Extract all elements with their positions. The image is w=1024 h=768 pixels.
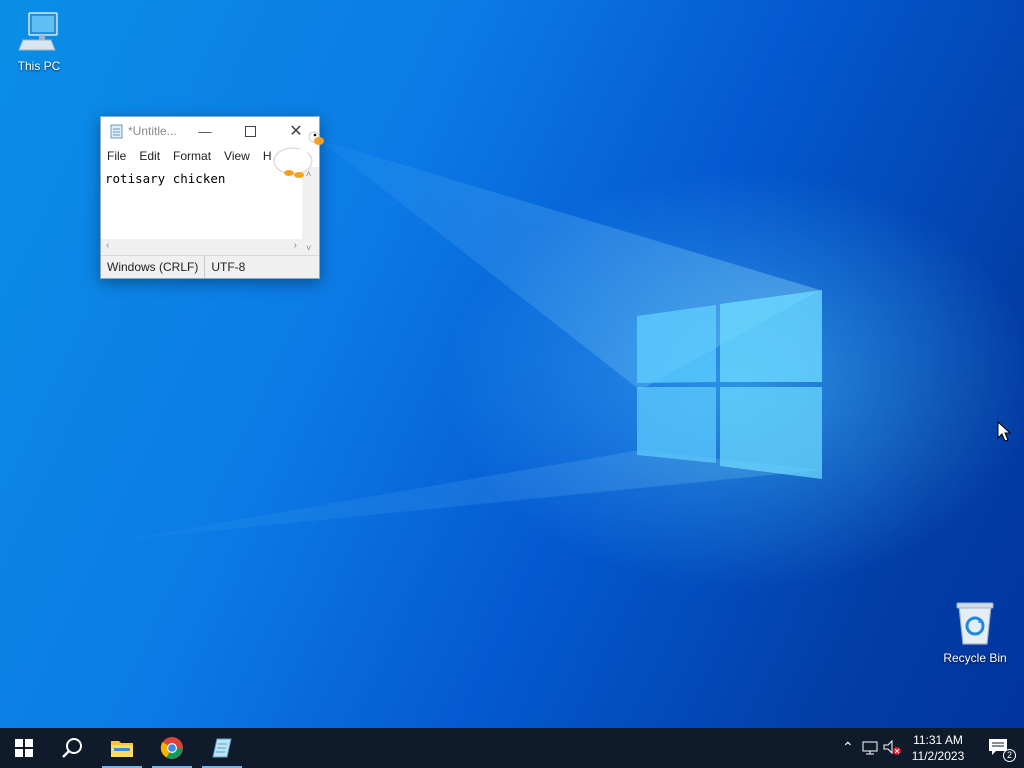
goose-icon xyxy=(273,131,324,178)
start-button[interactable] xyxy=(0,728,48,768)
minimize-button[interactable]: — xyxy=(182,117,228,145)
clock-date: 11/2/2023 xyxy=(911,749,965,763)
desktop-icon-label: Recycle Bin xyxy=(943,651,1007,665)
taskbar: ⌃ 11:31 AM 11/2/2023 2 xyxy=(0,728,1024,768)
notepad-taskbar-button[interactable] xyxy=(198,728,246,768)
this-pc-shortcut[interactable]: This PC xyxy=(4,10,74,73)
horizontal-scrollbar[interactable]: ‹ › xyxy=(101,239,302,255)
volume-muted-icon[interactable] xyxy=(883,740,901,756)
start-icon xyxy=(15,739,33,757)
notepad-icon xyxy=(212,738,232,758)
desktop-icon-label: This PC xyxy=(17,59,61,73)
file-explorer-button[interactable] xyxy=(98,728,146,768)
notification-count-badge: 2 xyxy=(1002,749,1016,762)
action-center-button[interactable]: 2 xyxy=(988,738,1016,762)
file-explorer-icon xyxy=(111,741,133,757)
clock-time: 11:31 AM xyxy=(913,733,963,747)
minimize-icon: — xyxy=(198,123,212,139)
computer-icon xyxy=(18,12,58,51)
maximize-button[interactable] xyxy=(227,117,273,145)
desktop[interactable]: This PC Recycle Bin *Untitle... — ✕ File… xyxy=(0,0,1024,728)
menu-edit[interactable]: Edit xyxy=(139,149,160,163)
encoding-status: UTF-8 xyxy=(211,260,246,274)
search-button[interactable] xyxy=(48,728,96,768)
chrome-icon xyxy=(160,737,183,759)
menu-file[interactable]: File xyxy=(107,149,126,163)
status-bar: Windows (CRLF) UTF-8 xyxy=(101,255,319,278)
scroll-left-icon[interactable]: ‹ xyxy=(106,240,109,251)
search-icon xyxy=(62,738,82,758)
wallpaper-beams xyxy=(120,140,822,540)
network-icon[interactable] xyxy=(862,741,878,755)
windows-logo xyxy=(637,290,822,479)
maximize-icon xyxy=(244,125,256,137)
window-title: *Untitle... xyxy=(128,124,177,138)
recycle-bin-shortcut[interactable]: Recycle Bin xyxy=(940,600,1010,665)
mouse-cursor-icon xyxy=(997,421,1011,442)
notepad-icon xyxy=(110,124,123,139)
system-tray: ⌃ 11:31 AM 11/2/2023 2 xyxy=(824,728,1024,768)
scroll-down-icon[interactable]: ˅ xyxy=(306,243,311,253)
menu-format[interactable]: Format xyxy=(173,149,211,163)
line-ending-status: Windows (CRLF) xyxy=(101,256,206,278)
clock[interactable]: 11:31 AM 11/2/2023 xyxy=(908,732,968,764)
notepad-window[interactable]: *Untitle... — ✕ File Edit Format View H … xyxy=(100,116,324,279)
chrome-button[interactable] xyxy=(148,728,196,768)
recycle-bin-icon xyxy=(956,602,994,645)
menu-view[interactable]: View xyxy=(224,149,250,163)
scroll-right-icon[interactable]: › xyxy=(294,240,297,251)
show-hidden-icons-icon[interactable]: ⌃ xyxy=(842,739,854,756)
